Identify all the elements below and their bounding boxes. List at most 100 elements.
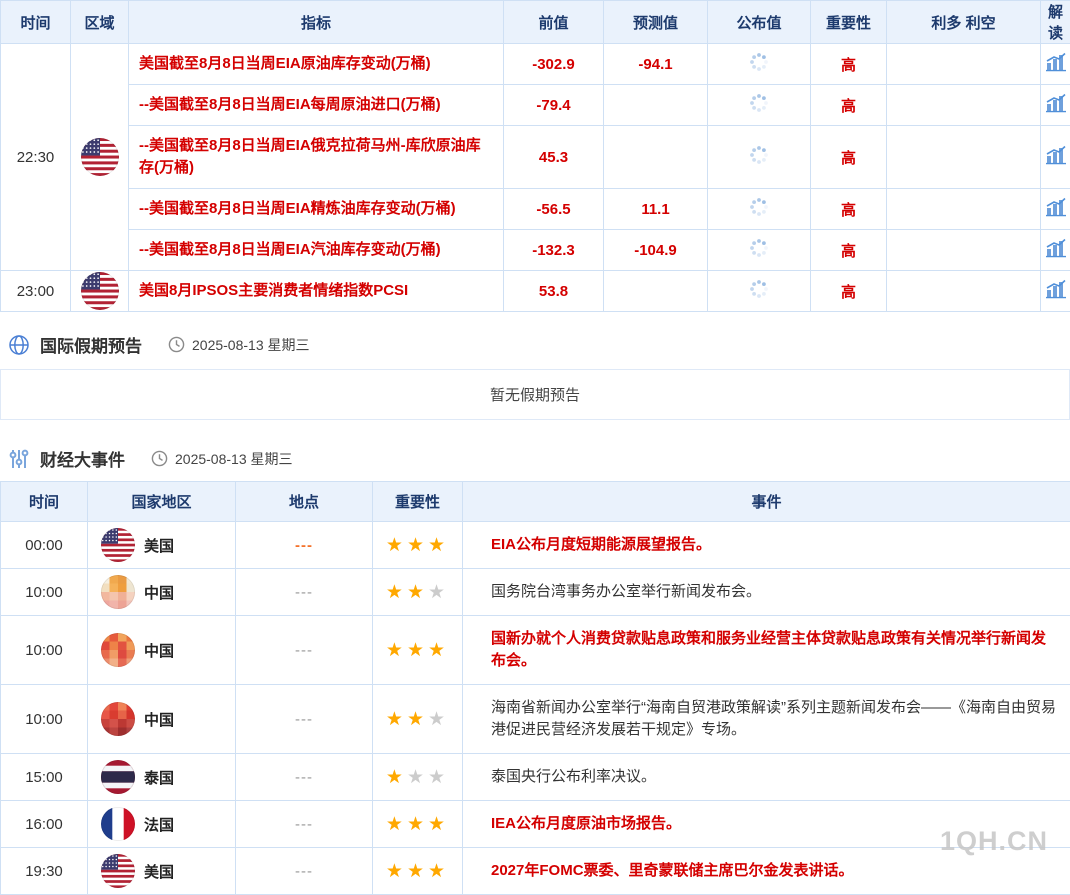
event-time: 00:00 [1, 522, 88, 569]
country-wrap: 法国 [88, 807, 235, 841]
country-name: 中国 [144, 582, 174, 603]
bull-bear-cell [887, 230, 1041, 271]
header-forecast: 预测值 [604, 1, 708, 44]
event-row: 16:00法国---★★★IEA公布月度原油市场报告。 [1, 801, 1070, 848]
country-name: 泰国 [144, 767, 174, 788]
star-icon: ★ [428, 709, 449, 730]
star-icon: ★ [407, 814, 428, 835]
region-cell [71, 271, 129, 312]
country-name: 中国 [144, 709, 174, 730]
chart-icon[interactable] [1045, 100, 1067, 117]
interpret-cell[interactable] [1041, 271, 1070, 312]
importance-stars: ★★★ [373, 685, 463, 754]
country-cell: 美国 [88, 848, 236, 895]
forecast-value: 11.1 [604, 189, 708, 230]
importance-value: 高 [811, 230, 887, 271]
header-event: 事件 [463, 482, 1070, 522]
bull-bear-cell [887, 85, 1041, 126]
indicator-name[interactable]: 美国截至8月8日当周EIA原油库存变动(万桶) [129, 44, 504, 85]
chart-icon[interactable] [1045, 245, 1067, 262]
interpret-cell[interactable] [1041, 44, 1070, 85]
indicator-table: 时间 区域 指标 前值 预测值 公布值 重要性 利多 利空 解读 22:30美国… [0, 0, 1070, 312]
country-cell: 法国 [88, 801, 236, 848]
importance-stars: ★★★ [373, 754, 463, 801]
importance-value: 高 [811, 271, 887, 312]
event-row: 10:00中国---★★★国务院台湾事务办公室举行新闻发布会。 [1, 569, 1070, 616]
star-icon: ★ [428, 861, 449, 882]
location-cell: --- [236, 801, 373, 848]
indicator-row: 23:00美国8月IPSOS主要消费者情绪指数PCSI53.8高 [1, 271, 1070, 312]
chart-icon[interactable] [1045, 59, 1067, 76]
published-value [708, 85, 811, 126]
previous-value: -132.3 [504, 230, 604, 271]
star-icon: ★ [386, 640, 407, 661]
interpret-cell[interactable] [1041, 85, 1070, 126]
header-importance: 重要性 [373, 482, 463, 522]
chart-icon[interactable] [1045, 286, 1067, 303]
importance-value: 高 [811, 85, 887, 126]
indicator-table-body: 22:30美国截至8月8日当周EIA原油库存变动(万桶)-302.9-94.1高… [1, 44, 1070, 312]
loading-spinner-icon [749, 152, 769, 169]
published-value [708, 44, 811, 85]
event-text[interactable]: IEA公布月度原油市场报告。 [463, 801, 1070, 848]
country-cell: 中国 [88, 685, 236, 754]
flag-us-icon [101, 528, 135, 562]
indicator-row: 22:30美国截至8月8日当周EIA原油库存变动(万桶)-302.9-94.1高 [1, 44, 1070, 85]
interpret-cell[interactable] [1041, 126, 1070, 189]
star-icon: ★ [386, 709, 407, 730]
event-time: 19:30 [1, 848, 88, 895]
chart-icon[interactable] [1045, 204, 1067, 221]
event-row: 00:00美国---★★★EIA公布月度短期能源展望报告。 [1, 522, 1070, 569]
country-cell: 泰国 [88, 754, 236, 801]
time-cell: 22:30 [1, 44, 71, 271]
location-cell: --- [236, 522, 373, 569]
indicator-row: --美国截至8月8日当周EIA汽油库存变动(万桶)-132.3-104.9高 [1, 230, 1070, 271]
star-icon: ★ [407, 709, 428, 730]
location-cell: --- [236, 848, 373, 895]
event-text[interactable]: EIA公布月度短期能源展望报告。 [463, 522, 1070, 569]
flag-cn3-icon [101, 702, 135, 736]
indicator-table-header-row: 时间 区域 指标 前值 预测值 公布值 重要性 利多 利空 解读 [1, 1, 1070, 44]
indicator-name[interactable]: --美国截至8月8日当周EIA精炼油库存变动(万桶) [129, 189, 504, 230]
header-region: 区域 [71, 1, 129, 44]
star-icon: ★ [407, 861, 428, 882]
published-value [708, 230, 811, 271]
indicator-name[interactable]: 美国8月IPSOS主要消费者情绪指数PCSI [129, 271, 504, 312]
country-cell: 中国 [88, 569, 236, 616]
event-text[interactable]: 国新办就个人消费贷款贴息政策和服务业经营主体贷款贴息政策有关情况举行新闻发布会。 [463, 616, 1070, 685]
interpret-cell[interactable] [1041, 189, 1070, 230]
star-icon: ★ [386, 535, 407, 556]
event-text[interactable]: 2027年FOMC票委、里奇蒙联储主席巴尔金发表讲话。 [463, 848, 1070, 895]
flag-us-icon [81, 272, 119, 310]
event-text[interactable]: 泰国央行公布利率决议。 [463, 754, 1070, 801]
clock-icon [168, 336, 185, 353]
flag-cn1-icon [101, 575, 135, 609]
holiday-section-title: 国际假期预告 [40, 332, 142, 357]
event-row: 15:00泰国---★★★泰国央行公布利率决议。 [1, 754, 1070, 801]
header-country: 国家地区 [88, 482, 236, 522]
location-cell: --- [236, 569, 373, 616]
interpret-cell[interactable] [1041, 230, 1070, 271]
event-text[interactable]: 国务院台湾事务办公室举行新闻发布会。 [463, 569, 1070, 616]
chart-icon[interactable] [1045, 152, 1067, 169]
header-indicator: 指标 [129, 1, 504, 44]
indicator-name[interactable]: --美国截至8月8日当周EIA每周原油进口(万桶) [129, 85, 504, 126]
loading-spinner-icon [749, 245, 769, 262]
event-text[interactable]: 海南省新闻办公室举行“海南自贸港政策解读”系列主题新闻发布会——《海南自由贸易港… [463, 685, 1070, 754]
holiday-section-header: 国际假期预告 2025-08-13 星期三 [0, 312, 1070, 367]
indicator-name[interactable]: --美国截至8月8日当周EIA俄克拉荷马州-库欣原油库存(万桶) [129, 126, 504, 189]
indicator-name[interactable]: --美国截至8月8日当周EIA汽油库存变动(万桶) [129, 230, 504, 271]
loading-spinner-icon [749, 204, 769, 221]
forecast-value: -94.1 [604, 44, 708, 85]
star-icon: ★ [407, 767, 428, 788]
country-wrap: 美国 [88, 528, 235, 562]
event-time: 15:00 [1, 754, 88, 801]
events-table-body: 00:00美国---★★★EIA公布月度短期能源展望报告。10:00中国---★… [1, 522, 1070, 895]
country-wrap: 中国 [88, 702, 235, 736]
published-value [708, 271, 811, 312]
holiday-section-date: 2025-08-13 星期三 [192, 335, 310, 355]
holiday-empty-box: 暂无假期预告 [0, 369, 1070, 420]
bull-bear-cell [887, 126, 1041, 189]
event-row: 19:30美国---★★★2027年FOMC票委、里奇蒙联储主席巴尔金发表讲话。 [1, 848, 1070, 895]
loading-spinner-icon [749, 59, 769, 76]
